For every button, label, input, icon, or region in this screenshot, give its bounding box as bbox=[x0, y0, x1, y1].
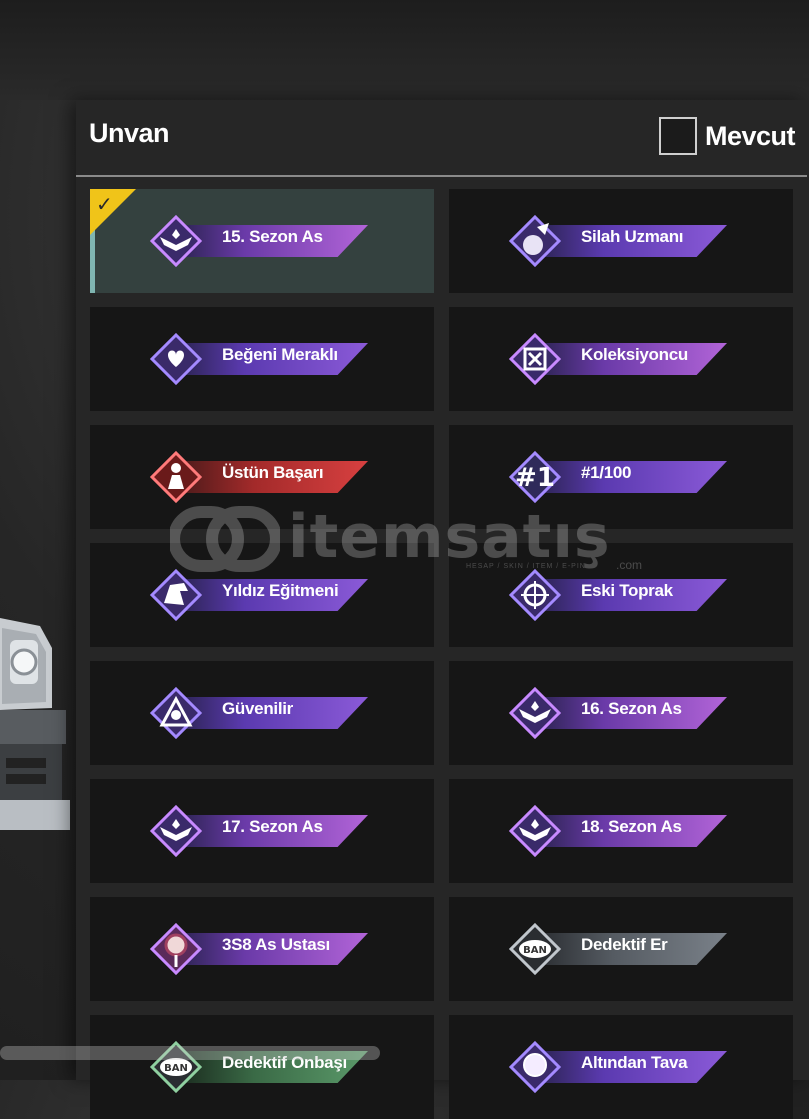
title-item[interactable]: Silah Uzmanı bbox=[449, 189, 793, 293]
title-label: Güvenilir bbox=[222, 699, 293, 718]
available-filter[interactable]: Mevcut bbox=[658, 114, 796, 158]
title-badge: Koleksiyoncu bbox=[509, 333, 729, 385]
emblem-text: #1 bbox=[515, 463, 555, 493]
title-label: Üstün Başarı bbox=[222, 463, 324, 482]
title-badge: Silah Uzmanı bbox=[509, 215, 729, 267]
page-title: Unvan bbox=[89, 118, 170, 148]
title-item[interactable]: #1 #1/100 bbox=[449, 425, 793, 529]
title-label: 15. Sezon As bbox=[222, 227, 323, 246]
title-label: Eski Toprak bbox=[581, 581, 673, 600]
title-item[interactable]: Yıldız Eğitmeni bbox=[90, 543, 434, 647]
title-badge: Beğeni Meraklı bbox=[150, 333, 370, 385]
collector-emblem-icon bbox=[509, 333, 561, 385]
title-label: Silah Uzmanı bbox=[581, 227, 684, 246]
title-item[interactable]: Eski Toprak bbox=[449, 543, 793, 647]
number-one-emblem-icon: #1 bbox=[509, 451, 561, 503]
golden-pan-emblem-icon bbox=[509, 1041, 561, 1093]
title-item[interactable]: Güvenilir bbox=[90, 661, 434, 765]
season-ace-emblem-icon bbox=[509, 687, 561, 739]
season-ace-emblem-icon bbox=[150, 215, 202, 267]
title-badge: 16. Sezon As bbox=[509, 687, 729, 739]
emblem-text: BAN bbox=[523, 945, 547, 956]
title-label: Beğeni Meraklı bbox=[222, 345, 338, 364]
title-item[interactable]: BAN Dedektif Er bbox=[449, 897, 793, 1001]
eagle-emblem-icon bbox=[150, 569, 202, 621]
title-label: 16. Sezon As bbox=[581, 699, 682, 718]
title-item[interactable]: 16. Sezon As bbox=[449, 661, 793, 765]
vehicle-preview bbox=[0, 618, 70, 838]
horizontal-scrollbar[interactable] bbox=[0, 1046, 380, 1060]
title-badge: Altından Tava bbox=[509, 1041, 729, 1093]
available-filter-label: Mevcut bbox=[704, 120, 796, 151]
header-divider bbox=[76, 175, 807, 177]
title-ribbon bbox=[537, 461, 727, 493]
weapon-expert-emblem-icon bbox=[509, 215, 561, 267]
title-badge: #1 #1/100 bbox=[509, 451, 729, 503]
achievement-emblem-icon bbox=[150, 451, 202, 503]
title-label: #1/100 bbox=[581, 463, 632, 482]
title-badge: 18. Sezon As bbox=[509, 805, 729, 857]
title-item[interactable]: 18. Sezon As bbox=[449, 779, 793, 883]
title-label: Koleksiyoncu bbox=[581, 345, 688, 364]
season-ace-emblem-icon bbox=[150, 805, 202, 857]
title-item[interactable]: Beğeni Meraklı bbox=[90, 307, 434, 411]
target-emblem-icon bbox=[150, 923, 202, 975]
title-item[interactable]: BAN Dedektif Onbaşı bbox=[90, 1015, 434, 1119]
crosshair-emblem-icon bbox=[509, 569, 561, 621]
title-item[interactable]: ✓ 15. Sezon As bbox=[90, 189, 434, 293]
title-item[interactable]: Koleksiyoncu bbox=[449, 307, 793, 411]
hearts-emblem-icon bbox=[150, 333, 202, 385]
available-checkbox[interactable] bbox=[658, 117, 697, 155]
trusted-emblem-icon bbox=[150, 687, 202, 739]
title-badge: 15. Sezon As bbox=[150, 215, 370, 267]
title-badge: 3S8 As Ustası bbox=[150, 923, 370, 975]
title-label: 3S8 As Ustası bbox=[222, 935, 330, 954]
title-label: Yıldız Eğitmeni bbox=[222, 581, 339, 600]
emblem-text: BAN bbox=[164, 1063, 188, 1074]
panel-header: Unvan Mevcut bbox=[76, 100, 809, 176]
title-badge: Güvenilir bbox=[150, 687, 370, 739]
title-badge: BAN Dedektif Er bbox=[509, 923, 729, 975]
title-item[interactable]: Altından Tava bbox=[449, 1015, 793, 1119]
check-icon: ✓ bbox=[96, 192, 113, 216]
title-badge: Üstün Başarı bbox=[150, 451, 370, 503]
title-label: 17. Sezon As bbox=[222, 817, 323, 836]
season-ace-emblem-icon bbox=[509, 805, 561, 857]
title-item[interactable]: 17. Sezon As bbox=[90, 779, 434, 883]
title-badge: Eski Toprak bbox=[509, 569, 729, 621]
background-top bbox=[0, 0, 809, 100]
title-badge: 17. Sezon As bbox=[150, 805, 370, 857]
title-label: Altından Tava bbox=[581, 1053, 688, 1072]
title-item[interactable]: 3S8 As Ustası bbox=[90, 897, 434, 1001]
detective-badge-emblem-icon: BAN bbox=[509, 923, 561, 975]
title-badge: Yıldız Eğitmeni bbox=[150, 569, 370, 621]
title-label: 18. Sezon As bbox=[581, 817, 682, 836]
title-item[interactable]: Üstün Başarı bbox=[90, 425, 434, 529]
title-label: Dedektif Er bbox=[581, 935, 668, 954]
